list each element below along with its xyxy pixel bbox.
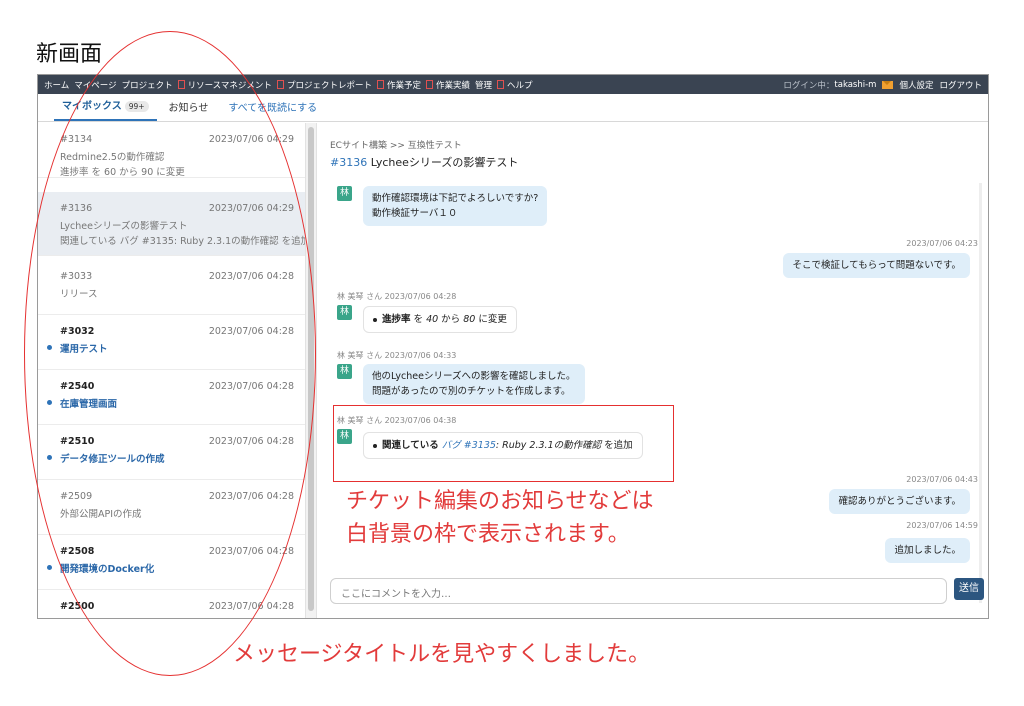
avatar: 林 bbox=[337, 186, 352, 201]
message-time: 2023/07/06 04:23 bbox=[906, 239, 978, 248]
logout-link[interactable]: ログアウト bbox=[939, 79, 982, 91]
menu-work-results[interactable]: 作業実績 bbox=[436, 79, 470, 91]
message-bubble-own: 追加しました。 bbox=[885, 538, 970, 563]
login-label: ログイン中： bbox=[783, 80, 835, 91]
message-meta: 林 美琴 さん 2023/07/06 04:28 bbox=[337, 292, 457, 301]
red-mark-icon bbox=[497, 80, 504, 89]
account-area: ログイン中： takashi-m 個人設定 ログアウト bbox=[777, 79, 982, 91]
menu-home[interactable]: ホーム bbox=[44, 79, 69, 91]
bullet-icon bbox=[373, 317, 377, 322]
annotation-oval bbox=[24, 31, 316, 676]
message-meta: 林 美琴 さん 2023/07/06 04:33 bbox=[337, 351, 457, 360]
annotation-note-box: チケット編集のお知らせなどは 白背景の枠で表示されます。 bbox=[346, 485, 654, 551]
slide-title: 新画面 bbox=[36, 42, 103, 67]
message-time: 2023/07/06 14:59 bbox=[906, 521, 978, 530]
ticket-link[interactable]: #3136 bbox=[330, 156, 367, 169]
send-button[interactable]: 送信 bbox=[954, 578, 984, 600]
red-mark-icon bbox=[376, 80, 384, 89]
old-value: 40 bbox=[426, 314, 439, 325]
breadcrumb[interactable]: ECサイト構築 >> 互換性テスト bbox=[330, 138, 462, 151]
notice-text: から bbox=[438, 314, 464, 325]
avatar: 林 bbox=[337, 305, 352, 320]
annotation-note-oval: メッセージタイトルを見やすくしました。 bbox=[233, 642, 651, 667]
message-bubble-own: 確認ありがとうございます。 bbox=[829, 489, 970, 514]
message-bubble: 他のLycheeシリーズへの影響を確認しました。 問題があったので別のチケットを… bbox=[363, 364, 585, 404]
message-bubble: 動作確認環境は下記でよろしいですか? 動作検証サーバ１０ bbox=[363, 186, 548, 226]
message-line: 問題があったので別のチケットを作成します。 bbox=[372, 386, 571, 397]
chat-title: #3136 Lycheeシリーズの影響テスト bbox=[330, 154, 518, 170]
avatar: 林 bbox=[337, 364, 352, 379]
username[interactable]: takashi-m bbox=[834, 80, 876, 90]
notice-bubble: 進捗率 を 40 から 80 に変更 bbox=[363, 306, 517, 333]
personal-settings-link[interactable]: 個人設定 bbox=[899, 79, 933, 91]
notice-text: に変更 bbox=[475, 314, 507, 325]
field-name: 進捗率 bbox=[382, 314, 411, 325]
annotation-rectangle bbox=[333, 405, 674, 482]
unread-dot-icon bbox=[47, 565, 52, 570]
envelope-icon[interactable] bbox=[882, 80, 894, 89]
menu-admin[interactable]: 管理 bbox=[475, 79, 492, 91]
message-bubble-own: そこで検証してもらって問題ないです。 bbox=[783, 253, 970, 278]
red-mark-icon bbox=[276, 80, 284, 89]
annotation-note-line: 白背景の枠で表示されます。 bbox=[346, 522, 630, 547]
menu-help[interactable]: ヘルプ bbox=[507, 79, 533, 91]
annotation-note-line: チケット編集のお知らせなどは bbox=[346, 489, 654, 514]
red-mark-icon bbox=[425, 80, 433, 89]
chat-scrollbar[interactable] bbox=[979, 183, 982, 603]
message-time: 2023/07/06 04:43 bbox=[906, 475, 978, 484]
menu-project-report[interactable]: プロジェクトレポート bbox=[287, 79, 372, 91]
new-value: 80 bbox=[463, 314, 476, 325]
message-line: 動作検証サーバ１０ bbox=[372, 208, 458, 219]
comment-input[interactable]: ここにコメントを入力… bbox=[330, 578, 947, 604]
notice-text: を bbox=[410, 314, 427, 325]
message-line: 他のLycheeシリーズへの影響を確認しました。 bbox=[372, 371, 576, 382]
menu-work-plan[interactable]: 作業予定 bbox=[387, 79, 421, 91]
ticket-title: Lycheeシリーズの影響テスト bbox=[370, 156, 519, 169]
message-line: 動作確認環境は下記でよろしいですか? bbox=[372, 193, 539, 204]
